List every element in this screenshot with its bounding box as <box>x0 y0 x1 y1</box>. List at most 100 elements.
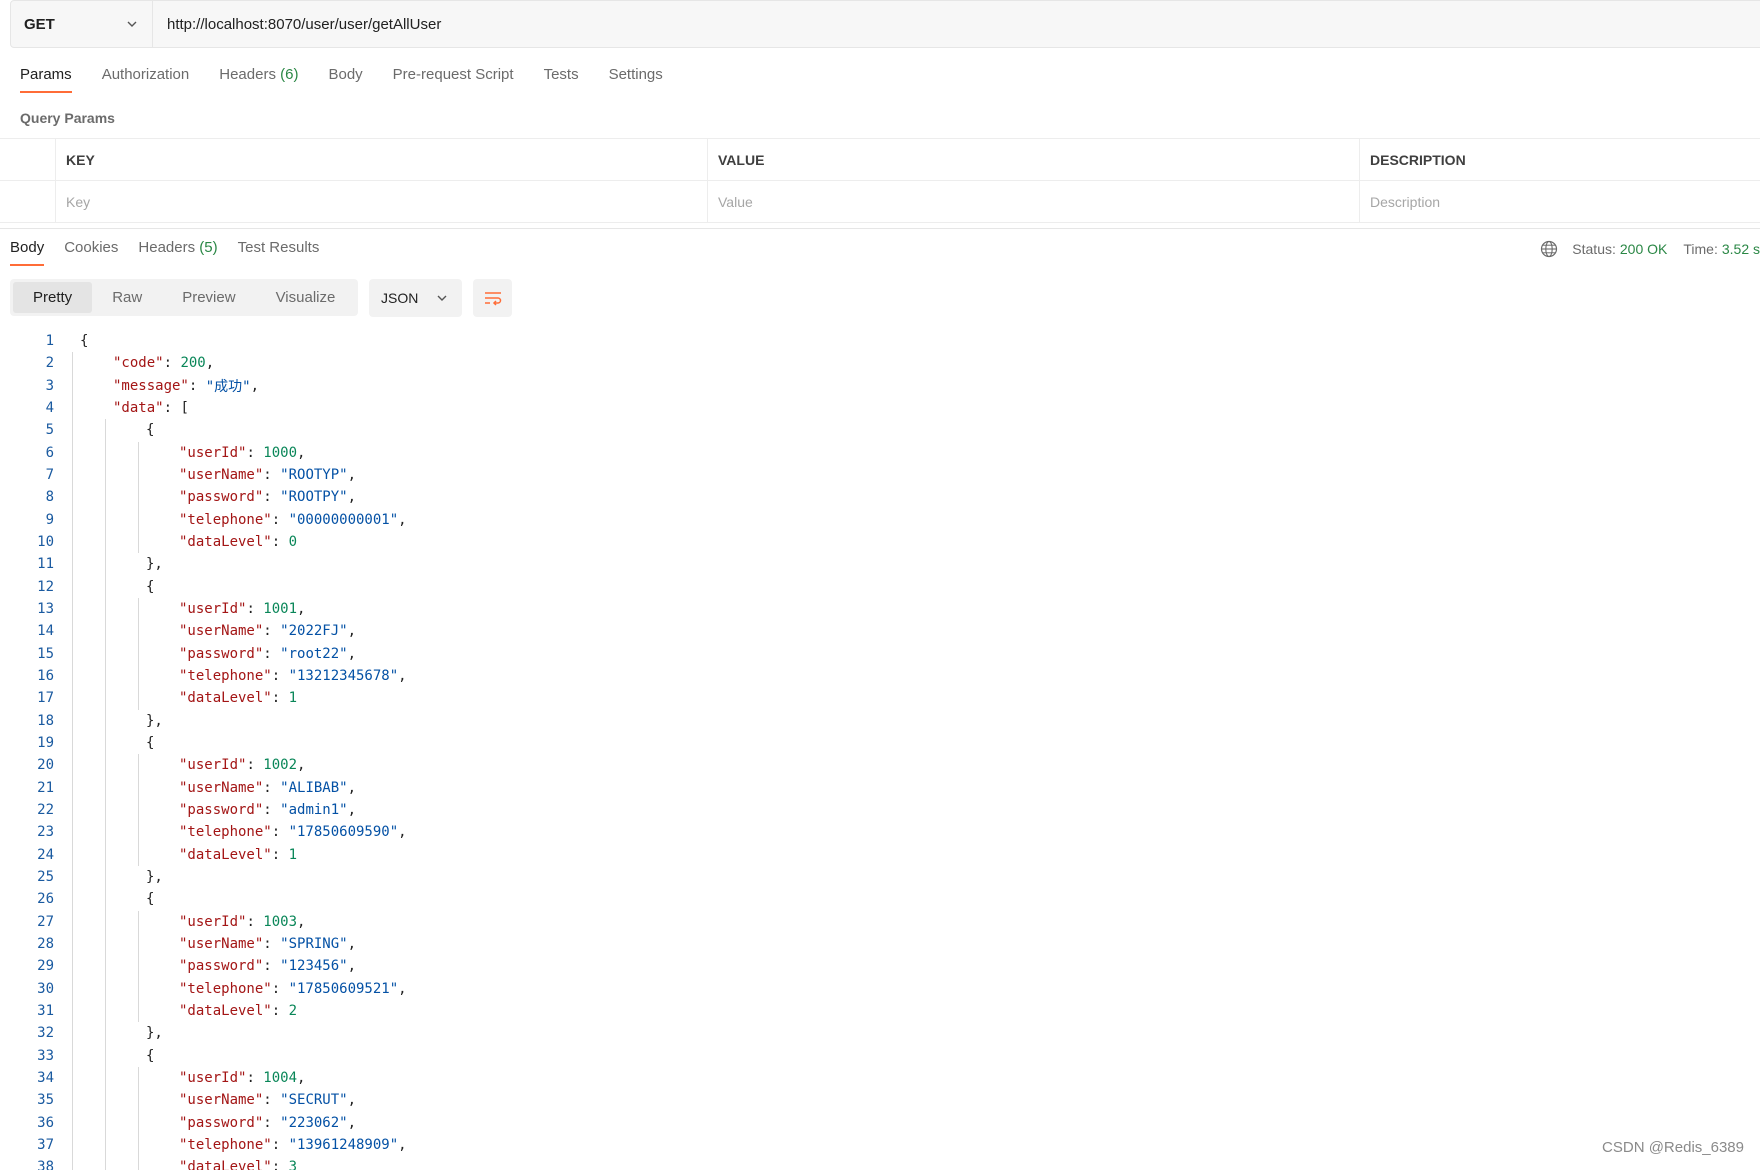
json-key: "password" <box>179 802 264 819</box>
line-content: "message": "成功", <box>54 374 260 397</box>
response-tab-body[interactable]: Body <box>10 239 45 266</box>
indent-guide <box>105 1156 106 1170</box>
line-content: }, <box>54 553 163 576</box>
json-punct: , <box>250 377 260 394</box>
tab-label: Headers <box>219 66 276 83</box>
line-content: "password": "223062", <box>54 1111 356 1134</box>
json-string: "2022FJ" <box>280 623 348 640</box>
globe-icon[interactable] <box>1540 240 1558 258</box>
indent-guide <box>72 754 73 777</box>
value-input[interactable]: Value <box>707 181 1359 222</box>
description-input[interactable]: Description <box>1359 181 1760 222</box>
view-mode-pretty[interactable]: Pretty <box>13 282 93 313</box>
pane-divider[interactable] <box>0 228 1760 229</box>
request-tabs: Params Authorization Headers (6) Body Pre-re… <box>20 66 693 93</box>
line-content: "dataLevel": 1 <box>54 843 297 866</box>
json-punct: , <box>347 467 357 484</box>
tab-label: Pre-request Script <box>392 66 514 83</box>
json-punct: { <box>146 578 155 595</box>
line-number: 38 <box>37 1159 54 1170</box>
code-line: 2 "code": 200, <box>0 352 1760 375</box>
json-punct: , <box>398 1136 407 1153</box>
response-status: Status: 200 OK Time: 3.52 s <box>1540 240 1760 258</box>
line-number: 8 <box>45 489 54 506</box>
format-select[interactable]: JSON <box>369 279 462 317</box>
json-punct: , <box>297 757 306 774</box>
tab-body[interactable]: Body <box>328 66 362 93</box>
json-punct: : <box>246 1069 264 1086</box>
indent-guide <box>138 1133 139 1157</box>
indent-guide <box>105 821 106 844</box>
json-key: "userId" <box>179 913 247 930</box>
json-punct: }, <box>146 869 163 886</box>
json-key: "userName" <box>179 467 264 484</box>
wrap-lines-button[interactable] <box>473 279 512 317</box>
indent-guide <box>72 865 73 889</box>
indent-guide <box>72 731 73 755</box>
indent-guide <box>138 821 139 844</box>
indent-guide <box>72 1156 73 1170</box>
line-number: 13 <box>37 601 54 618</box>
line-content: "userId": 1002, <box>54 754 306 777</box>
indent-guide <box>72 977 73 1000</box>
view-mode-visualize[interactable]: Visualize <box>256 282 356 313</box>
tab-headers[interactable]: Headers (6) <box>219 66 298 93</box>
key-input[interactable]: Key <box>55 181 707 222</box>
json-key: "password" <box>179 958 264 975</box>
json-punct: , <box>297 1069 306 1086</box>
query-params-table: KEY VALUE DESCRIPTION Key Value Descript… <box>0 138 1760 223</box>
indent-guide <box>105 955 106 978</box>
line-content: "password": "root22", <box>54 642 356 665</box>
column-header-description: DESCRIPTION <box>1359 139 1760 180</box>
code-line: 25}, <box>0 865 1760 889</box>
response-tab-headers[interactable]: Headers (5) <box>138 239 217 266</box>
json-number: 1002 <box>263 757 298 774</box>
tab-settings[interactable]: Settings <box>609 66 663 93</box>
json-punct: : <box>263 936 281 953</box>
json-string: "SECRUT" <box>280 1092 348 1109</box>
json-punct: : <box>163 355 181 372</box>
view-mode-preview[interactable]: Preview <box>162 282 255 313</box>
response-tab-cookies[interactable]: Cookies <box>64 239 118 266</box>
line-content: "userName": "SPRING", <box>54 932 356 956</box>
json-string: "ALIBAB" <box>280 779 348 796</box>
line-number: 23 <box>37 824 54 841</box>
response-body-viewer[interactable]: 1{2 "code": 200, 3 "message": "成功", 4 "data":… <box>0 330 1760 1170</box>
indent-guide <box>105 1066 106 1090</box>
url-input[interactable]: http://localhost:8070/user/user/getAllUs… <box>153 16 441 33</box>
json-string: "17850609590" <box>288 824 399 841</box>
json-punct: : <box>263 645 281 662</box>
response-time[interactable]: 3.52 s <box>1722 241 1760 257</box>
line-number: 36 <box>37 1114 54 1131</box>
indent-guide <box>72 776 73 799</box>
json-punct: : <box>271 534 289 551</box>
json-punct: : <box>263 467 281 484</box>
line-content: { <box>54 731 154 755</box>
indent-guide <box>72 664 73 688</box>
code-line: 20 "userId": 1002, <box>0 754 1760 777</box>
code-line: 31 "dataLevel": 2 <box>0 999 1760 1023</box>
tab-pre-request-script[interactable]: Pre-request Script <box>393 66 514 93</box>
json-punct: , <box>347 802 357 819</box>
tab-authorization[interactable]: Authorization <box>102 66 190 93</box>
view-mode-raw[interactable]: Raw <box>92 282 162 313</box>
line-content: "userId": 1001, <box>54 597 305 621</box>
indent-guide <box>72 597 73 621</box>
code-line: 12 { <box>0 575 1760 598</box>
method-select[interactable]: GET <box>11 1 153 47</box>
code-line: 37 "telephone": "13961248909", <box>0 1133 1760 1157</box>
indent-guide <box>105 553 106 576</box>
tab-tests[interactable]: Tests <box>544 66 579 93</box>
json-key: "userId" <box>179 444 247 461</box>
code-line: 26 { <box>0 888 1760 911</box>
status-code[interactable]: 200 OK <box>1620 241 1667 257</box>
indent-guide <box>105 441 106 464</box>
indent-guide <box>138 664 139 688</box>
response-tab-test-results[interactable]: Test Results <box>238 239 320 266</box>
code-line: 4 "data": [ <box>0 396 1760 420</box>
json-key: "userId" <box>179 757 247 774</box>
tab-params[interactable]: Params <box>20 66 72 93</box>
indent-guide <box>138 1111 139 1134</box>
request-bar: GET http://localhost:8070/user/user/getA… <box>10 0 1760 48</box>
json-punct: [ <box>180 400 189 417</box>
